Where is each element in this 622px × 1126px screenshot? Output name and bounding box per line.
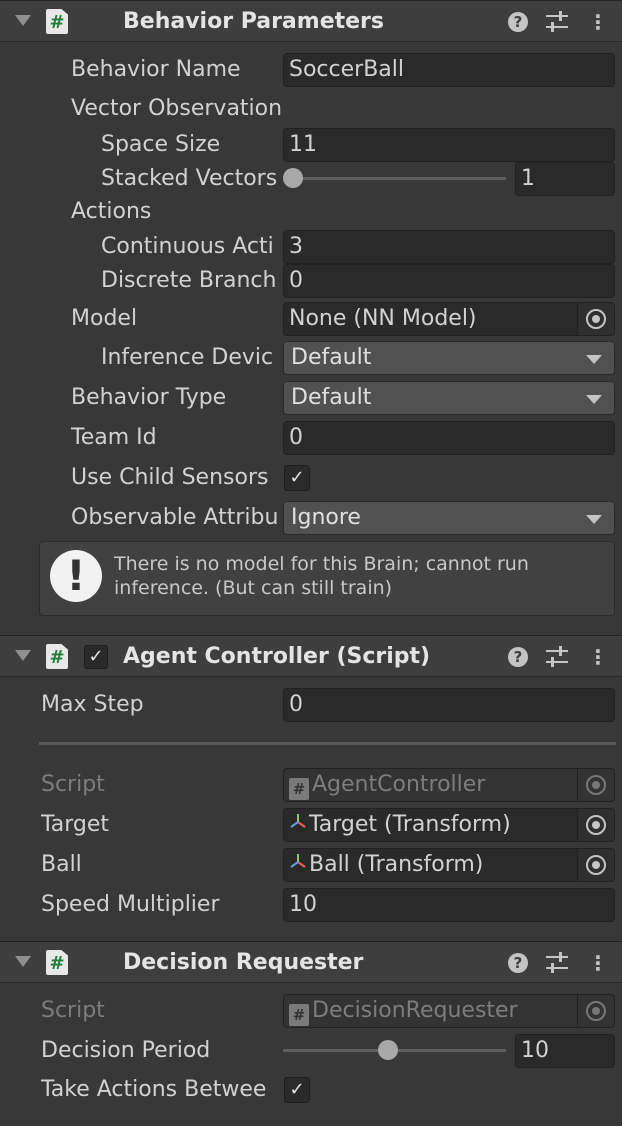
chevron-down-icon: [586, 395, 602, 404]
fold-arrow-icon[interactable]: [15, 650, 31, 661]
more-menu-icon[interactable]: ⋮: [588, 951, 608, 975]
script-object-field: # DecisionRequester: [283, 994, 615, 1028]
fold-arrow-icon[interactable]: [15, 15, 31, 26]
discrete-branches-input[interactable]: 0: [283, 264, 615, 298]
decision-period-slider-thumb[interactable]: [378, 1040, 399, 1060]
help-message: There is no model for this Brain; cannot…: [114, 553, 529, 599]
script-file-icon: #: [289, 1004, 309, 1026]
use-child-sensors-label: Use Child Sensors: [71, 465, 269, 490]
inference-device-label: Inference Devic: [101, 345, 274, 370]
component-title: Behavior Parameters: [123, 9, 385, 34]
object-picker-icon: [577, 769, 614, 801]
presets-icon[interactable]: [546, 11, 568, 33]
stacked-vectors-slider-track[interactable]: [290, 177, 506, 180]
fold-arrow-icon[interactable]: [15, 956, 31, 967]
model-value: None (NN Model): [289, 306, 477, 331]
component-header-behavior-parameters[interactable]: # Behavior Parameters ? ⋮: [0, 0, 622, 42]
script-value: AgentController: [312, 772, 486, 797]
max-step-label: Max Step: [41, 692, 144, 717]
script-label: Script: [41, 772, 105, 797]
model-label: Model: [71, 306, 138, 331]
script-icon: #: [46, 644, 68, 669]
behavior-name-input[interactable]: SoccerBall: [283, 53, 615, 87]
inference-device-value: Default: [291, 345, 372, 370]
divider: [39, 742, 616, 745]
speed-multiplier-input[interactable]: 10: [283, 888, 615, 922]
space-size-label: Space Size: [101, 132, 221, 157]
target-object-field[interactable]: Target (Transform): [283, 808, 615, 842]
continuous-actions-input[interactable]: 3: [283, 230, 615, 264]
decision-period-label: Decision Period: [41, 1038, 211, 1063]
decision-period-input[interactable]: 10: [515, 1034, 615, 1068]
ball-object-field[interactable]: Ball (Transform): [283, 848, 615, 882]
use-child-sensors-checkbox[interactable]: ✓: [284, 465, 310, 491]
script-label: Script: [41, 998, 105, 1023]
continuous-actions-label: Continuous Acti: [101, 234, 274, 259]
behavior-type-dropdown[interactable]: Default: [283, 381, 615, 415]
target-value: Target (Transform): [309, 812, 511, 837]
observable-attributes-label: Observable Attribu: [71, 505, 278, 530]
inference-device-dropdown[interactable]: Default: [283, 341, 615, 375]
transform-icon: [289, 809, 309, 841]
script-icon: #: [46, 950, 68, 975]
take-actions-label: Take Actions Betwee: [41, 1077, 267, 1102]
space-size-input[interactable]: 11: [283, 128, 615, 162]
actions-label: Actions: [71, 199, 152, 224]
object-picker-icon: [577, 995, 614, 1027]
more-menu-icon[interactable]: ⋮: [588, 645, 608, 669]
behavior-type-value: Default: [291, 385, 372, 410]
observable-attributes-dropdown[interactable]: Ignore: [283, 501, 615, 535]
discrete-branches-label: Discrete Branch: [101, 268, 277, 293]
component-enabled-checkbox[interactable]: ✓: [84, 645, 108, 669]
component-title: Agent Controller (Script): [123, 644, 431, 669]
help-icon[interactable]: ?: [508, 647, 528, 667]
behavior-type-label: Behavior Type: [71, 385, 227, 410]
stacked-vectors-slider-thumb[interactable]: [283, 168, 303, 188]
help-icon[interactable]: ?: [508, 953, 528, 973]
help-box: ! There is no model for this Brain; cann…: [39, 541, 615, 616]
presets-icon[interactable]: [546, 952, 568, 974]
transform-icon: [289, 849, 309, 881]
component-header-decision-requester[interactable]: # Decision Requester ? ⋮: [0, 941, 622, 983]
script-object-field: # AgentController: [283, 768, 615, 802]
take-actions-checkbox[interactable]: ✓: [284, 1077, 310, 1103]
behavior-name-label: Behavior Name: [71, 57, 241, 82]
stacked-vectors-input[interactable]: 1: [515, 162, 615, 196]
chevron-down-icon: [586, 515, 602, 524]
component-header-agent-controller[interactable]: # ✓ Agent Controller (Script) ? ⋮: [0, 635, 622, 677]
team-id-label: Team Id: [71, 425, 157, 450]
vector-observation-label: Vector Observation: [71, 96, 283, 121]
speed-multiplier-label: Speed Multiplier: [41, 892, 220, 917]
more-menu-icon[interactable]: ⋮: [588, 10, 608, 34]
component-title: Decision Requester: [123, 950, 364, 975]
stacked-vectors-label: Stacked Vectors: [101, 166, 278, 191]
ball-label: Ball: [41, 852, 82, 877]
target-label: Target: [41, 812, 110, 837]
ball-value: Ball (Transform): [309, 852, 484, 877]
team-id-input[interactable]: 0: [283, 421, 615, 455]
chevron-down-icon: [586, 355, 602, 364]
model-object-field[interactable]: None (NN Model): [283, 302, 615, 336]
observable-attributes-value: Ignore: [291, 505, 361, 530]
script-file-icon: #: [289, 778, 309, 800]
script-value: DecisionRequester: [312, 998, 518, 1023]
object-picker-icon[interactable]: [577, 809, 614, 841]
presets-icon[interactable]: [546, 646, 568, 668]
object-picker-icon[interactable]: [577, 849, 614, 881]
script-icon: #: [46, 9, 68, 34]
warning-icon: !: [50, 550, 102, 602]
max-step-input[interactable]: 0: [283, 688, 615, 722]
object-picker-icon[interactable]: [577, 303, 614, 335]
help-icon[interactable]: ?: [508, 12, 528, 32]
